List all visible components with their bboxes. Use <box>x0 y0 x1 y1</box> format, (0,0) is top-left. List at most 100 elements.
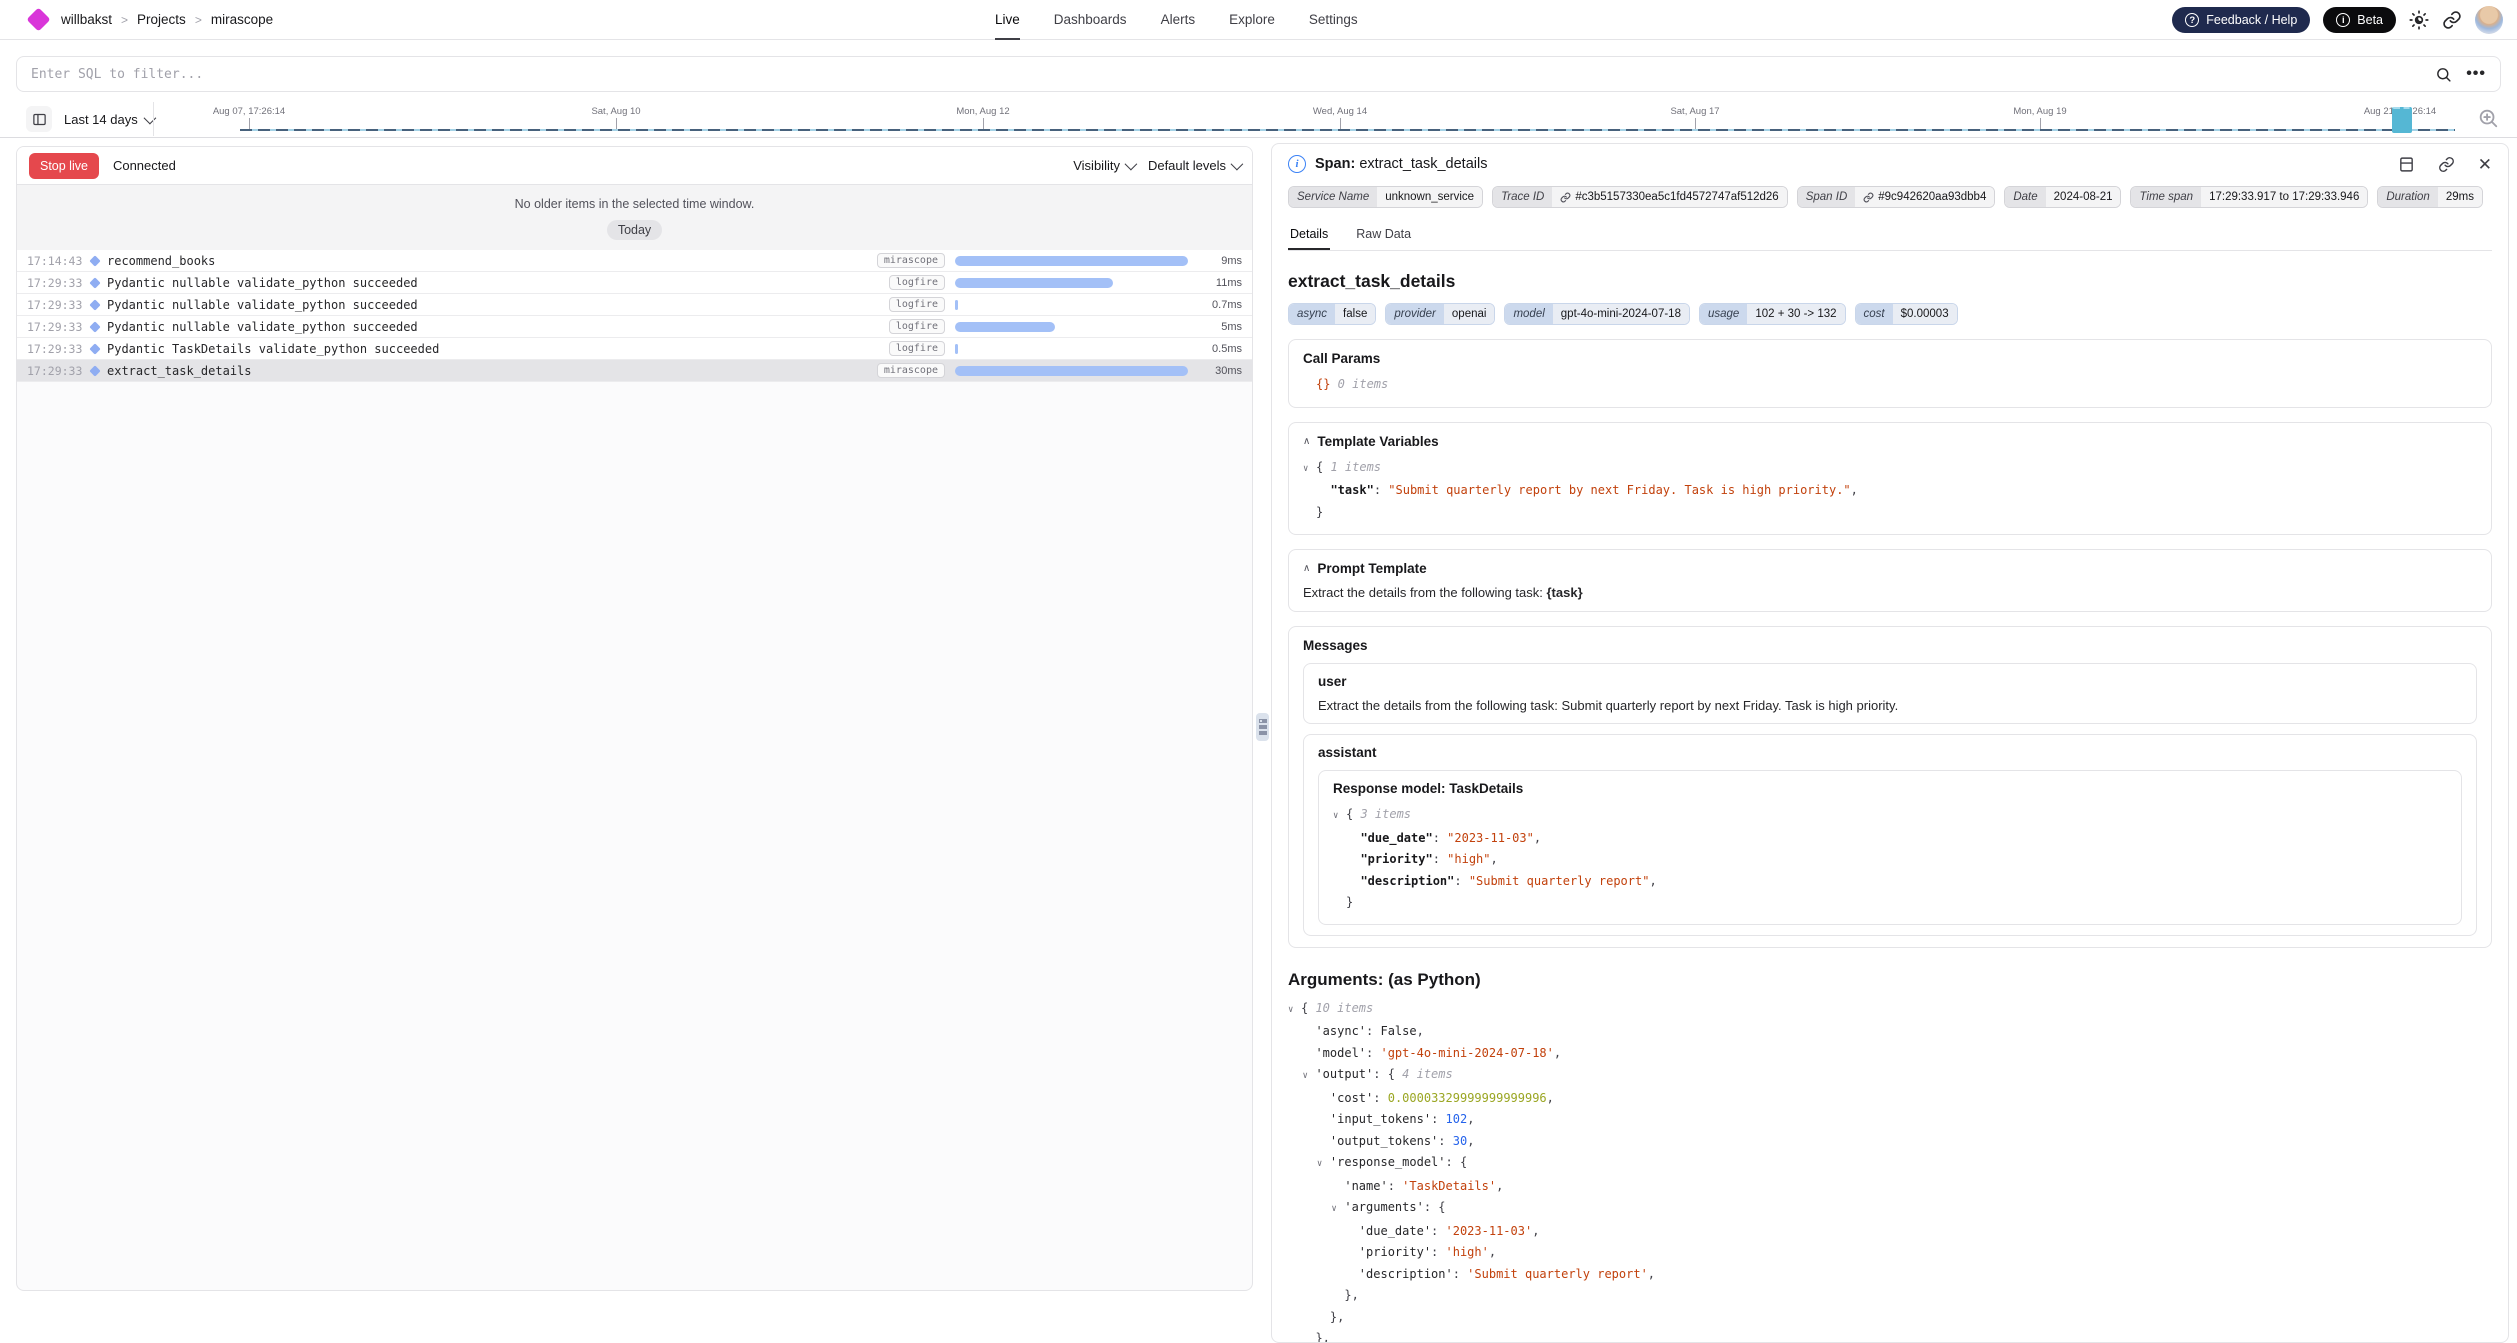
badge-label: Span ID <box>1798 187 1856 207</box>
prompt-template-card: ∧Prompt Template Extract the details fro… <box>1288 549 2492 612</box>
span-details-panel: i Span: extract_task_details ✕ Service N… <box>1271 143 2509 1343</box>
duration-bar <box>955 300 958 310</box>
prompt-template-title[interactable]: ∧Prompt Template <box>1303 561 2477 576</box>
sql-filter-bar[interactable]: Enter SQL to filter... ••• <box>16 56 2501 92</box>
visibility-dropdown[interactable]: Visibility <box>1073 158 1134 173</box>
copy-link-icon[interactable] <box>2438 156 2455 173</box>
expand-chevron-icon[interactable]: ∨ <box>1331 1199 1344 1221</box>
chevron-down-icon <box>1231 158 1244 171</box>
more-options-icon[interactable]: ••• <box>2466 65 2486 83</box>
span-info-icon: i <box>1288 155 1306 173</box>
tab-details[interactable]: Details <box>1288 220 1330 250</box>
template-variables-card: ∧Template Variables ∨{ 1 items "task": "… <box>1288 422 2492 536</box>
expand-chevron-icon[interactable]: ∨ <box>1302 1066 1315 1088</box>
attr-badge-cost: cost$0.00003 <box>1855 303 1958 325</box>
badge-label: Duration <box>2378 187 2437 207</box>
span-duration: 30ms <box>1188 365 1242 377</box>
timeline-tick-label: Wed, Aug 14 <box>1313 106 1367 117</box>
span-time: 17:29:33 <box>27 320 89 334</box>
feedback-help-button[interactable]: ? Feedback / Help <box>2172 7 2310 33</box>
call-params-card: Call Params {} 0 items <box>1288 339 2492 408</box>
collapse-icon[interactable]: ∧ <box>1303 563 1310 574</box>
search-icon[interactable] <box>2435 66 2452 83</box>
logfire-logo-icon[interactable] <box>26 7 50 31</box>
template-variables-title[interactable]: ∧Template Variables <box>1303 434 2477 449</box>
code-line: } <box>1303 502 2477 524</box>
main-nav: Live Dashboards Alerts Explore Settings <box>995 0 1358 40</box>
link-icon <box>1863 192 1874 203</box>
nav-tab-dashboards[interactable]: Dashboards <box>1054 0 1127 40</box>
live-trace-panel: Stop live Connected Visibility Default l… <box>16 146 1253 1291</box>
live-controls: Stop live Connected Visibility Default l… <box>17 147 1252 185</box>
span-row[interactable]: 17:29:33extract_task_detailsmirascope30m… <box>17 360 1252 382</box>
breadcrumb-org[interactable]: willbakst <box>61 12 112 27</box>
beta-button[interactable]: i Beta <box>2323 7 2396 33</box>
expand-chevron-icon[interactable]: ∨ <box>1333 806 1346 828</box>
code-line: 'description': 'Submit quarterly report'… <box>1288 1264 2492 1286</box>
duration-bar-track <box>955 300 1188 310</box>
span-name: extract_task_details <box>1359 156 1487 172</box>
code-line: 'name': 'TaskDetails', <box>1288 1176 2492 1198</box>
expand-chevron-icon[interactable]: ∨ <box>1303 459 1316 481</box>
breadcrumb-projects[interactable]: Projects <box>137 12 186 27</box>
user-message-card: user Extract the details from the follow… <box>1303 663 2477 724</box>
response-model-card: Response model: TaskDetails ∨{ 3 items "… <box>1318 770 2462 925</box>
span-row[interactable]: 17:29:33Pydantic nullable validate_pytho… <box>17 272 1252 294</box>
duration-bar <box>955 344 958 354</box>
nav-tab-live[interactable]: Live <box>995 0 1020 40</box>
code-line: }, <box>1288 1285 2492 1307</box>
span-row[interactable]: 17:29:33Pydantic TaskDetails validate_py… <box>17 338 1252 360</box>
close-icon[interactable]: ✕ <box>2478 156 2492 173</box>
span-row[interactable]: 17:29:33Pydantic nullable validate_pytho… <box>17 294 1252 316</box>
span-diamond-icon <box>89 365 100 376</box>
expand-chevron-icon[interactable]: ∨ <box>1288 1000 1301 1022</box>
zoom-in-icon[interactable] <box>2477 107 2499 129</box>
share-link-icon[interactable] <box>2442 10 2462 30</box>
nav-tab-alerts[interactable]: Alerts <box>1161 0 1196 40</box>
duration-bar <box>955 322 1055 332</box>
assistant-role-label: assistant <box>1318 745 2462 760</box>
timeline-ticks[interactable]: Aug 07, 17:26:14Sat, Aug 10Mon, Aug 12We… <box>0 100 2517 137</box>
span-row[interactable]: 17:14:43recommend_booksmirascope9ms <box>17 250 1252 272</box>
user-avatar[interactable] <box>2475 6 2503 34</box>
code-line: 'due_date': '2023-11-03', <box>1288 1221 2492 1243</box>
meta-badge-date: Date2024-08-21 <box>2004 186 2121 208</box>
meta-badge-service-name: Service Nameunknown_service <box>1288 186 1483 208</box>
code-line: }, <box>1288 1307 2492 1329</box>
badge-label: model <box>1505 304 1552 324</box>
stop-live-button[interactable]: Stop live <box>29 153 99 179</box>
attr-badge-model: modelgpt-4o-mini-2024-07-18 <box>1504 303 1690 325</box>
span-duration: 0.5ms <box>1188 343 1242 355</box>
breadcrumb: willbakst > Projects > mirascope <box>61 12 273 27</box>
code-line: {} 0 items <box>1303 374 2477 396</box>
span-attr-badges: asyncfalseprovideropenaimodelgpt-4o-mini… <box>1288 303 2492 325</box>
span-row[interactable]: 17:29:33Pydantic nullable validate_pytho… <box>17 316 1252 338</box>
timeline-selection[interactable] <box>2392 107 2412 133</box>
arguments-python: ∨{ 10 items 'async': False, 'model': 'gp… <box>1288 998 2492 1343</box>
span-diamond-icon <box>89 343 100 354</box>
span-meta-badges: Service Nameunknown_serviceTrace ID#c3b5… <box>1288 186 2492 208</box>
details-tabs: Details Raw Data <box>1288 220 2492 251</box>
attr-badge-provider: provideropenai <box>1385 303 1495 325</box>
default-levels-dropdown[interactable]: Default levels <box>1148 158 1240 173</box>
call-params-title: Call Params <box>1303 351 2477 366</box>
sql-filter-input[interactable]: Enter SQL to filter... <box>31 67 2421 82</box>
panel-resize-handle[interactable] <box>1256 713 1269 741</box>
breadcrumb-project[interactable]: mirascope <box>211 12 273 27</box>
nav-tab-explore[interactable]: Explore <box>1229 0 1275 40</box>
collapse-icon[interactable]: ∧ <box>1303 436 1310 447</box>
link-icon <box>1560 192 1571 203</box>
response-model-json: ∨{ 3 items "due_date": "2023-11-03", "pr… <box>1333 804 2447 914</box>
code-line: 'priority': 'high', <box>1288 1242 2492 1264</box>
theme-toggle-icon[interactable] <box>2409 10 2429 30</box>
badge-value: 29ms <box>2438 187 2482 207</box>
nav-tab-settings[interactable]: Settings <box>1309 0 1358 40</box>
span-duration: 11ms <box>1188 277 1242 289</box>
badge-value[interactable]: #9c942620aa93dbb4 <box>1855 187 1994 207</box>
badge-value[interactable]: #c3b5157330ea5c1fd4572747af512d26 <box>1552 187 1786 207</box>
tab-raw-data[interactable]: Raw Data <box>1354 220 1413 250</box>
expand-chevron-icon[interactable]: ∨ <box>1317 1154 1330 1176</box>
span-time: 17:29:33 <box>27 276 89 290</box>
timeline-track[interactable] <box>240 129 2455 131</box>
dock-panel-icon[interactable] <box>2398 156 2415 173</box>
